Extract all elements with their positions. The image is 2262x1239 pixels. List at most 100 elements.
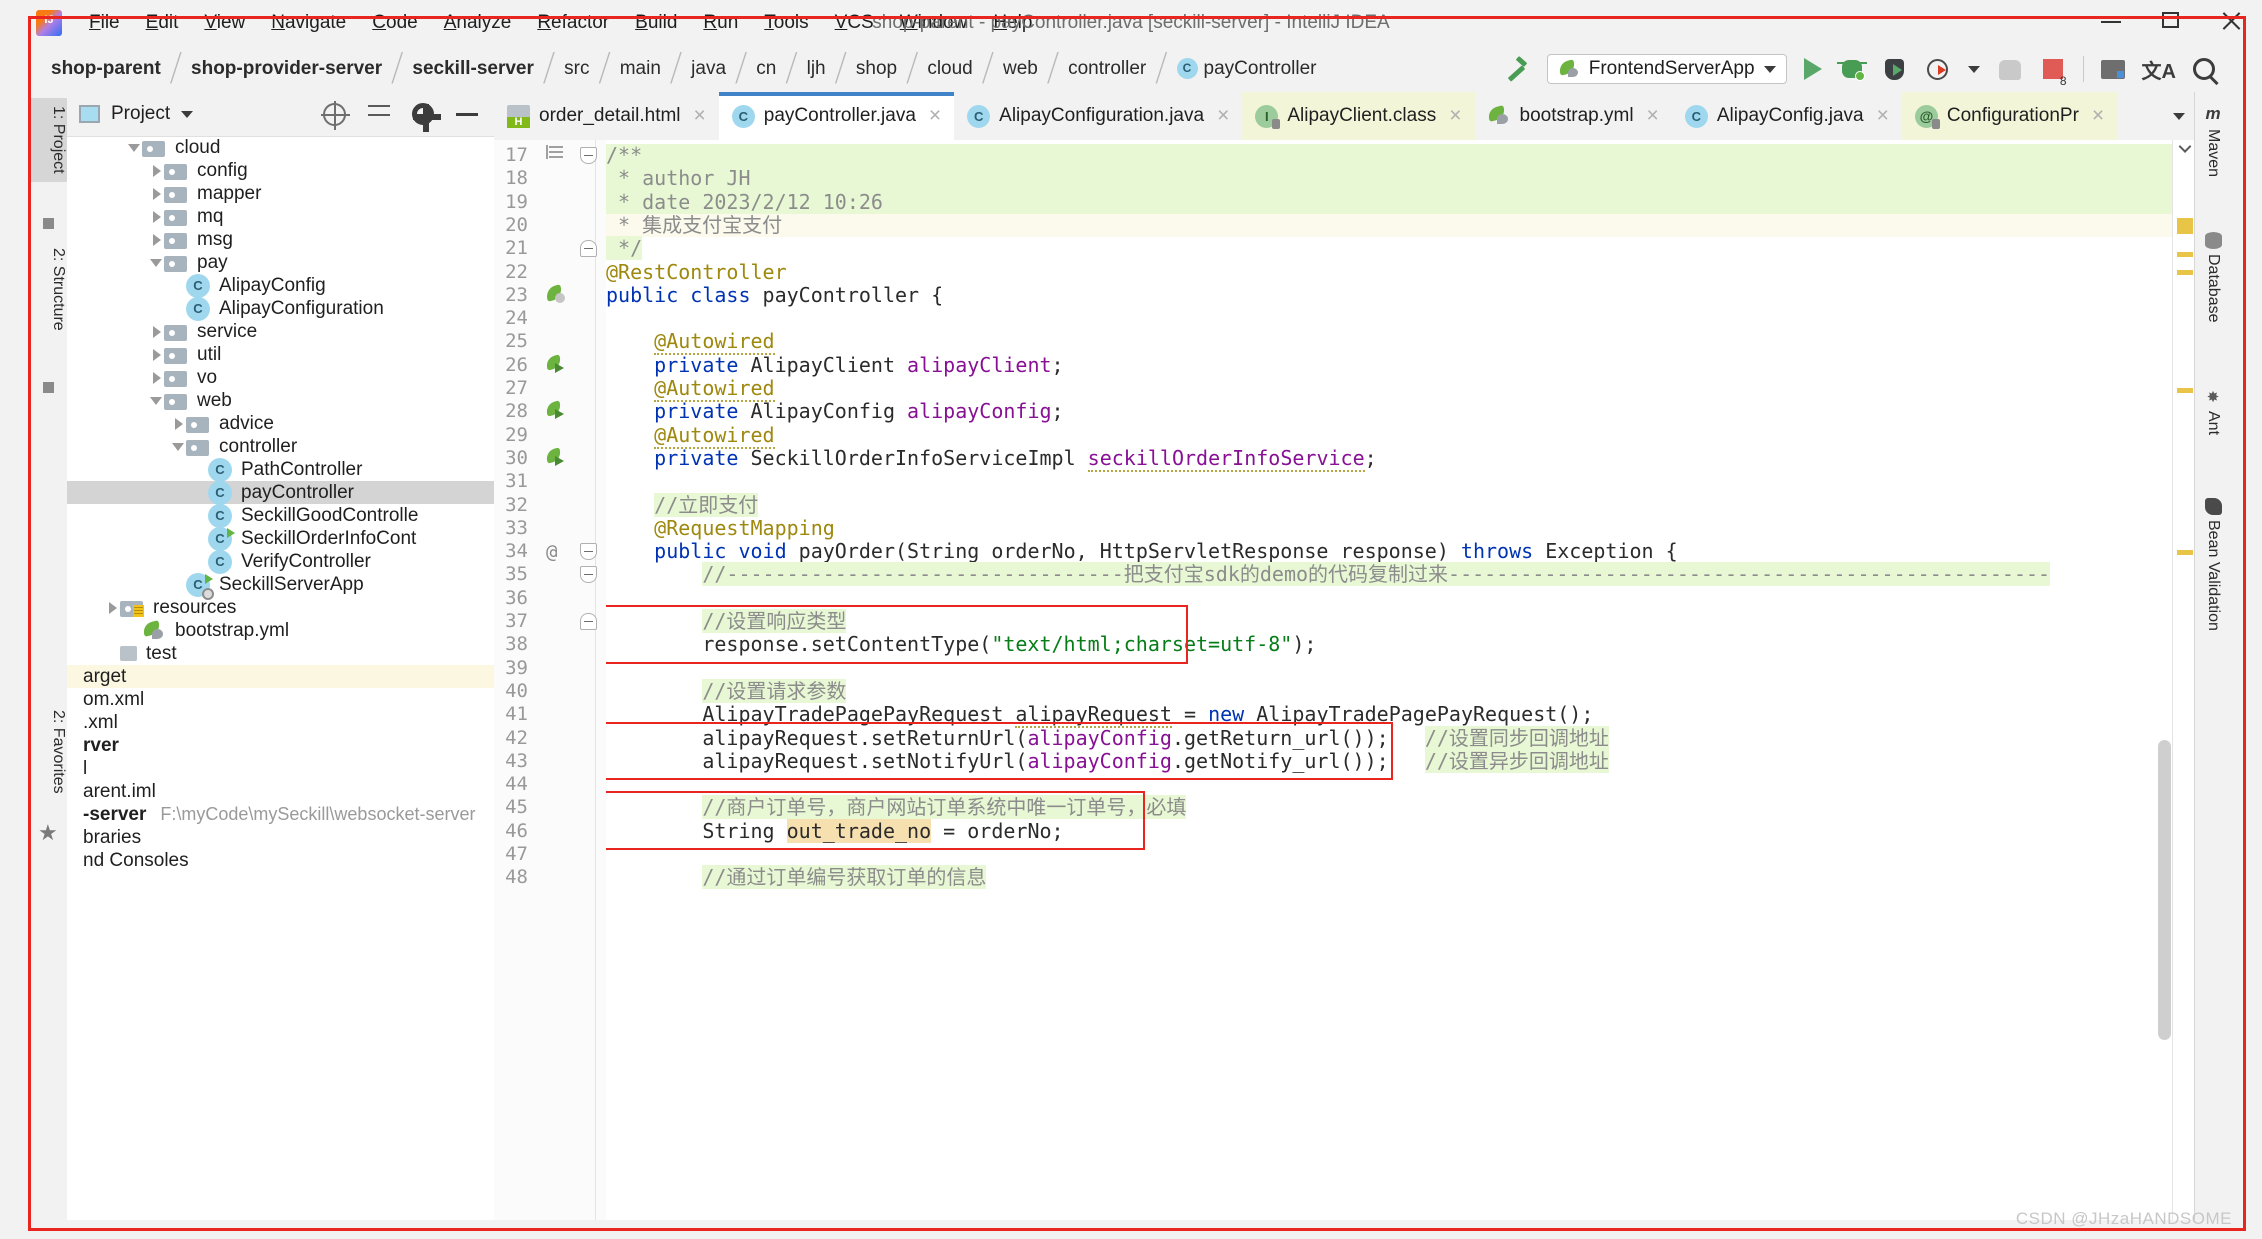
run-configuration-selector[interactable]: FrontendServerApp — [1547, 54, 1787, 84]
chevron-down-icon[interactable] — [2173, 113, 2185, 120]
menu-item-edit[interactable]: Edit — [133, 8, 192, 38]
tree-node-util[interactable]: util — [67, 343, 494, 366]
breadcrumb-item-cloud[interactable]: cloud — [919, 58, 980, 80]
code-line-29[interactable]: @Autowired — [606, 424, 2195, 447]
run-with-coverage-icon[interactable] — [1882, 56, 1908, 82]
tree-node-mapper[interactable]: mapper — [67, 182, 494, 205]
code-fold-toggle-17[interactable] — [580, 147, 597, 164]
open-project-icon[interactable] — [2101, 60, 2125, 79]
chevron-down-icon[interactable] — [149, 255, 164, 270]
stop-icon[interactable] — [2040, 56, 2066, 82]
indent-guide-icon[interactable] — [546, 145, 568, 167]
menu-item-view[interactable]: View — [191, 8, 258, 38]
tree-node--server[interactable]: -serverF:\myCode\mySeckill\websocket-ser… — [67, 803, 494, 826]
profiler-chevron-down-icon[interactable] — [1968, 66, 1980, 73]
code-line-22[interactable]: @RestController — [606, 261, 2195, 284]
code-line-46[interactable]: String out_trade_no = orderNo; — [606, 820, 2195, 843]
menu-item-navigate[interactable]: Navigate — [258, 8, 359, 38]
code-fold-toggle-34[interactable] — [580, 543, 597, 560]
code-line-27[interactable]: @Autowired — [606, 377, 2195, 400]
tree-node-alipayconfig[interactable]: CAlipayConfig — [67, 274, 494, 297]
menu-item-run[interactable]: Run — [690, 8, 751, 38]
select-opened-file-icon[interactable] — [323, 103, 346, 126]
editor-tab-alipayconfig-java[interactable]: CAlipayConfig.java× — [1672, 92, 1902, 140]
tree-node-vo[interactable]: vo — [67, 366, 494, 389]
sidebar-item-ant[interactable]: ✸ Ant — [2195, 382, 2231, 441]
chevron-right-icon[interactable] — [105, 600, 120, 615]
tree-node-arent-iml[interactable]: arent.iml — [67, 780, 494, 803]
chevron-right-icon[interactable] — [149, 186, 164, 201]
sidebar-item-bean-validation[interactable]: Bean Validation — [2195, 492, 2231, 637]
tree-node-test[interactable]: test — [67, 642, 494, 665]
sidebar-item-structure[interactable]: 2: Structure — [31, 240, 67, 339]
editor-tab-alipayconfiguration-java[interactable]: CAlipayConfiguration.java× — [954, 92, 1242, 140]
code-line-30[interactable]: private SeckillOrderInfoServiceImpl seck… — [606, 447, 2195, 470]
code-line-17[interactable]: /** — [606, 144, 2195, 167]
menu-item-file[interactable]: File — [76, 8, 133, 38]
tree-node-bootstrap-yml[interactable]: bootstrap.yml — [67, 619, 494, 642]
tree-node-pay[interactable]: pay — [67, 251, 494, 274]
tree-node-seckillorderinfocont[interactable]: CSeckillOrderInfoCont — [67, 527, 494, 550]
tree-node-l[interactable]: l — [67, 757, 494, 780]
tree-node-mq[interactable]: mq — [67, 205, 494, 228]
code-line-47[interactable] — [606, 843, 2195, 866]
tree-node-seckillgoodcontrolle[interactable]: CSeckillGoodControlle — [67, 504, 494, 527]
menu-item-build[interactable]: Build — [622, 8, 690, 38]
code-fold-toggle-35[interactable] — [580, 566, 597, 583]
editor-tab-bootstrap-yml[interactable]: bootstrap.yml× — [1475, 92, 1672, 140]
menu-item-window[interactable]: Window — [887, 8, 981, 38]
tree-node-resources[interactable]: resources — [67, 596, 494, 619]
breadcrumb-item-web[interactable]: web — [995, 58, 1046, 80]
code-line-21[interactable]: */ — [606, 237, 2195, 260]
maximize-icon[interactable] — [2158, 8, 2184, 34]
chevron-down-icon[interactable] — [149, 393, 164, 408]
tree-node-om-xml[interactable]: om.xml — [67, 688, 494, 711]
chevron-right-icon[interactable] — [149, 232, 164, 247]
chevron-down-icon[interactable] — [171, 439, 186, 454]
breadcrumb-item-java[interactable]: java — [683, 58, 734, 80]
gear-icon[interactable] — [412, 103, 434, 125]
close-icon[interactable] — [2218, 8, 2244, 34]
code-line-20[interactable]: * 集成支付宝支付 — [606, 214, 2195, 237]
chevron-down-icon[interactable] — [2178, 144, 2192, 158]
breadcrumb-item-shop-parent[interactable]: shop-parent — [43, 58, 169, 80]
code-line-37[interactable]: //设置响应类型 — [606, 610, 2195, 633]
tree-node-config[interactable]: config — [67, 159, 494, 182]
marker-warning[interactable] — [2177, 252, 2193, 257]
close-tab-icon[interactable]: × — [1217, 104, 1229, 128]
tree-node-alipayconfiguration[interactable]: CAlipayConfiguration — [67, 297, 494, 320]
menu-item-analyze[interactable]: Analyze — [431, 8, 525, 38]
editor-tab-order-detail-html[interactable]: order_detail.html× — [494, 92, 719, 140]
code-line-25[interactable]: @Autowired — [606, 330, 2195, 353]
code-line-44[interactable] — [606, 773, 2195, 796]
code-fold-toggle-21[interactable] — [580, 240, 597, 257]
menu-item-tools[interactable]: Tools — [751, 8, 821, 38]
annotation-mark-icon[interactable]: @ — [546, 541, 568, 563]
chevron-right-icon[interactable] — [171, 416, 186, 431]
breadcrumb-item-main[interactable]: main — [612, 58, 669, 80]
sidebar-item-database[interactable]: Database — [2195, 226, 2231, 329]
code-line-32[interactable]: //立即支付 — [606, 494, 2195, 517]
tree-node-service[interactable]: service — [67, 320, 494, 343]
tree-node-braries[interactable]: braries — [67, 826, 494, 849]
editor-marker-bar[interactable] — [2172, 140, 2195, 1220]
chevron-right-icon[interactable] — [149, 347, 164, 362]
editor-tab-paycontroller-java[interactable]: CpayController.java× — [719, 92, 954, 140]
search-everywhere-icon[interactable] — [2193, 58, 2215, 80]
profiler-icon[interactable] — [1925, 56, 1951, 82]
breadcrumb-item-src[interactable]: src — [556, 58, 597, 80]
tree-node-paycontroller[interactable]: CpayController — [67, 481, 494, 504]
hammer-build-icon[interactable] — [1504, 56, 1530, 82]
code-line-23[interactable]: public class payController { — [606, 284, 2195, 307]
code-line-19[interactable]: * date 2023/2/12 10:26 — [606, 191, 2195, 214]
breadcrumb-item-shop[interactable]: shop — [848, 58, 905, 80]
breadcrumb-item-shop-provider-server[interactable]: shop-provider-server — [183, 58, 390, 80]
tree-node-nd-consoles[interactable]: nd Consoles — [67, 849, 494, 872]
code-line-33[interactable]: @RequestMapping — [606, 517, 2195, 540]
debug-bug-icon[interactable] — [1839, 56, 1865, 82]
tree-node-controller[interactable]: controller — [67, 435, 494, 458]
spring-bean-icon[interactable] — [546, 285, 568, 307]
code-line-45[interactable]: //商户订单号，商户网站订单系统中唯一订单号，必填 — [606, 796, 2195, 819]
code-line-41[interactable]: AlipayTradePagePayRequest alipayRequest … — [606, 703, 2195, 726]
tree-node-rver[interactable]: rver — [67, 734, 494, 757]
